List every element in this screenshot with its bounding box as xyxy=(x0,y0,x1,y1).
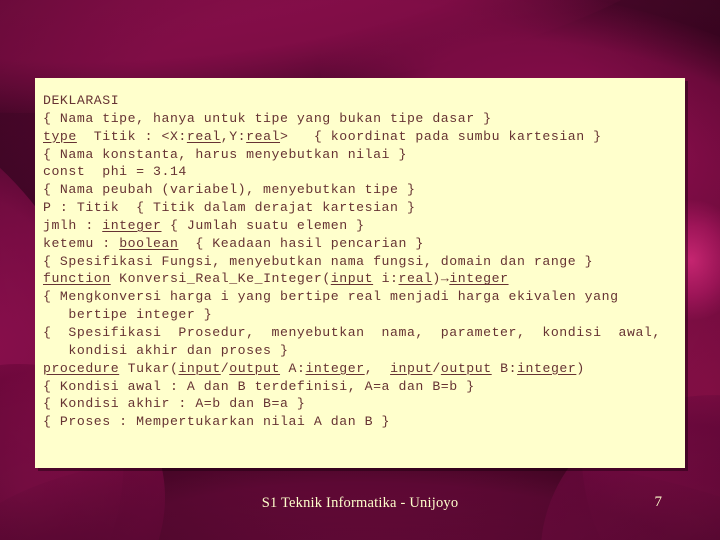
code-line: { Nama peubah (variabel), menyebutkan ti… xyxy=(43,182,416,198)
code-line: kondisi akhir dan proses } xyxy=(43,342,289,358)
code-line: type Titik : <X:real,Y:real> { koordinat… xyxy=(43,128,602,144)
code-line: { Spesifikasi Fungsi, menyebutkan nama f… xyxy=(43,253,594,269)
code-line: jmlh : integer { Jumlah suatu elemen } xyxy=(43,217,365,233)
code-line: { Kondisi awal : A dan B terdefinisi, A=… xyxy=(43,378,475,394)
code-line: { Spesifikasi Prosedur, menyebutkan nama… xyxy=(43,324,661,340)
code-line: bertipe integer } xyxy=(43,307,213,323)
code-line: { Mengkonversi harga i yang bertipe real… xyxy=(43,289,619,305)
code-line: ketemu : boolean { Keadaan hasil pencari… xyxy=(43,235,424,251)
code-line: { Kondisi akhir : A=b dan B=a } xyxy=(43,396,306,412)
code-line: procedure Tukar(input/output A:integer, … xyxy=(43,360,585,376)
page-number-label: 7 xyxy=(654,494,663,510)
code-line: function Konversi_Real_Ke_Integer(input … xyxy=(43,271,509,287)
slide-canvas: DEKLARASI { Nama tipe, hanya untuk tipe y… xyxy=(0,0,720,540)
code-line: DEKLARASI xyxy=(43,93,120,108)
footer-institution-label: S1 Teknik Informatika - Unijoyo xyxy=(261,495,459,511)
code-line: const phi = 3.14 xyxy=(43,164,187,180)
declaration-code-block: DEKLARASI { Nama tipe, hanya untuk tipe y… xyxy=(43,92,685,431)
code-line: { Nama konstanta, harus menyebutkan nila… xyxy=(43,146,407,162)
code-line: { Nama tipe, hanya untuk tipe yang bukan… xyxy=(43,110,492,126)
content-panel: DEKLARASI { Nama tipe, hanya untuk tipe y… xyxy=(35,78,685,468)
code-line: { Proses : Mempertukarkan nilai A dan B … xyxy=(43,414,391,430)
code-line: P : Titik { Titik dalam derajat kartesia… xyxy=(43,200,416,216)
